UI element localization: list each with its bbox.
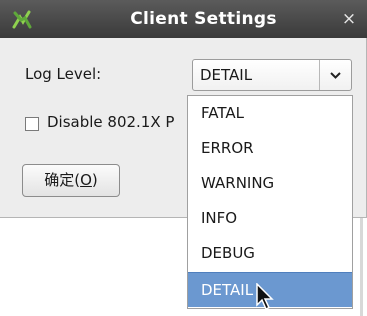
dropdown-item-warning[interactable]: WARNING [188, 166, 352, 201]
close-icon[interactable]: × [339, 9, 359, 29]
ok-button-suffix: ) [91, 171, 98, 189]
dropdown-item-info[interactable]: INFO [188, 201, 352, 236]
dropdown-item-debug[interactable]: DEBUG [188, 236, 352, 271]
title-bar[interactable]: Client Settings × [0, 0, 367, 38]
disable-8021x-label: Disable 802.1X P [47, 113, 175, 131]
log-level-dropdown-list: FATAL ERROR WARNING INFO DEBUG DETAIL [187, 95, 353, 309]
log-level-value: DETAIL [200, 66, 253, 84]
log-level-label: Log Level: [25, 65, 102, 83]
window-title: Client Settings [130, 9, 277, 29]
background-scroll-edge [360, 218, 363, 316]
ok-button[interactable]: 确定(O) [22, 164, 120, 197]
log-level-select[interactable]: DETAIL [192, 59, 352, 91]
disable-8021x-checkbox[interactable] [25, 117, 39, 131]
ok-button-mnemonic: O [80, 171, 92, 189]
dropdown-item-fatal[interactable]: FATAL [188, 96, 352, 131]
dropdown-item-error[interactable]: ERROR [188, 131, 352, 166]
ok-button-prefix: 确定( [44, 171, 81, 189]
mouse-cursor-icon [256, 283, 274, 311]
chevron-down-icon[interactable] [319, 60, 351, 90]
